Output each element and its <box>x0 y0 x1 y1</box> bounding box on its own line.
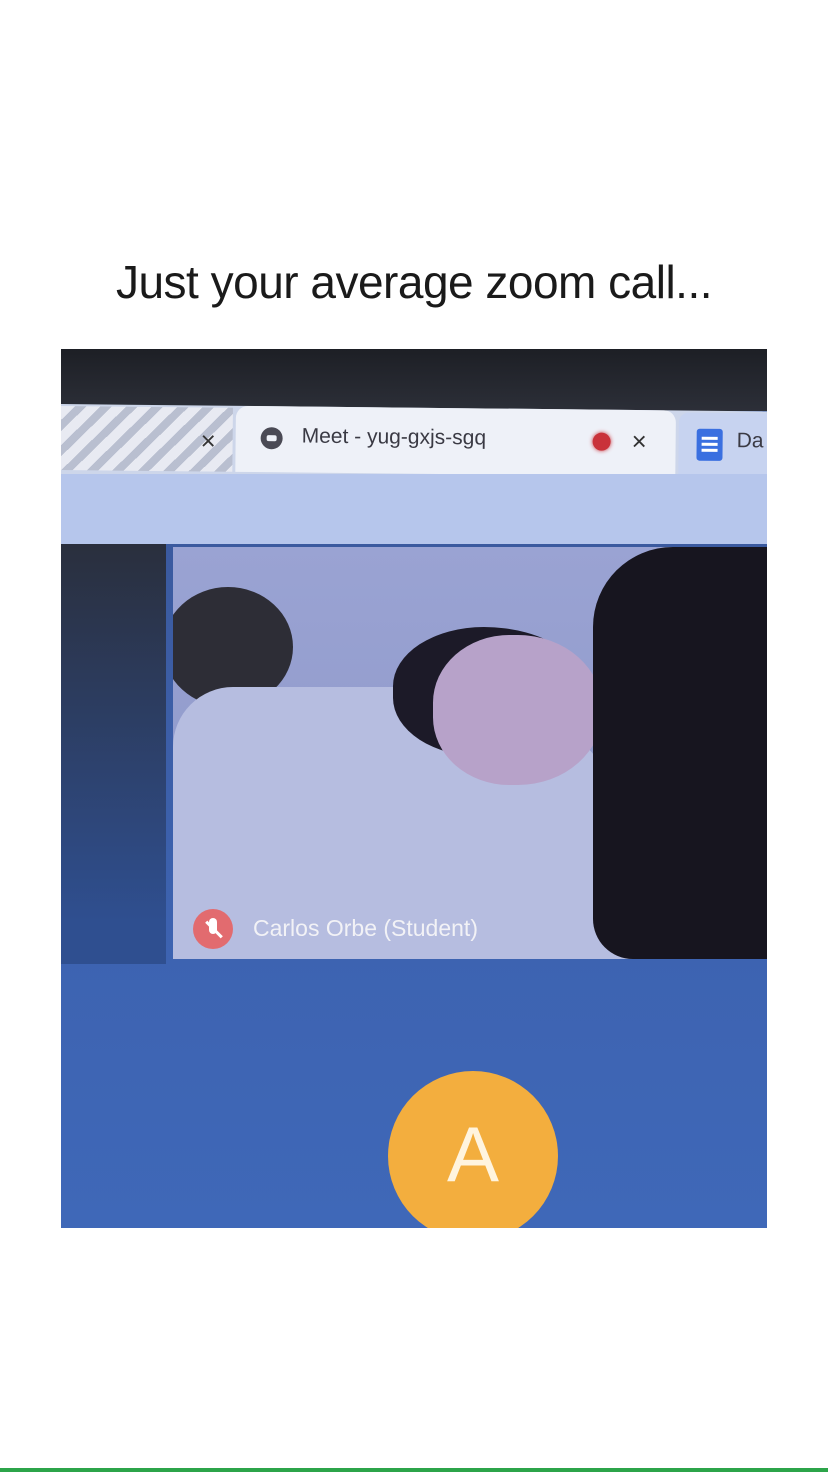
meet-icon <box>260 427 283 450</box>
participant-name: Carlos Orbe (Student) <box>253 915 478 941</box>
participant-video-tile[interactable] <box>173 547 767 959</box>
monitor-bezel <box>61 349 767 411</box>
participant-face <box>433 635 603 785</box>
tab-title: Meet - yug-gxjs-sgq <box>301 424 487 450</box>
screen-glare <box>61 544 166 964</box>
close-icon[interactable]: × <box>631 426 647 457</box>
browser-tab-meet[interactable]: Meet - yug-gxjs-sgq × <box>235 405 676 477</box>
browser-toolbar <box>61 474 767 544</box>
browser-tab-docs[interactable]: Da <box>678 412 767 478</box>
browser-tab-previous[interactable]: × <box>61 405 233 472</box>
recording-indicator-icon <box>592 432 611 451</box>
tab-title: Da <box>736 429 764 453</box>
post-caption: Just your average zoom call... <box>115 256 713 308</box>
browser-tab-strip: × Meet - yug-gxjs-sgq × Da <box>61 404 767 482</box>
avatar-letter: A <box>446 1110 500 1198</box>
docs-icon <box>696 428 723 461</box>
self-avatar[interactable]: A <box>388 1071 558 1228</box>
participant-shirt <box>593 547 767 959</box>
bottom-accent-line <box>0 1468 828 1472</box>
mic-off-icon <box>193 909 233 949</box>
close-icon[interactable]: × <box>200 425 216 456</box>
screen-photo: × Meet - yug-gxjs-sgq × Da Carlos Orbe (… <box>61 349 767 1228</box>
